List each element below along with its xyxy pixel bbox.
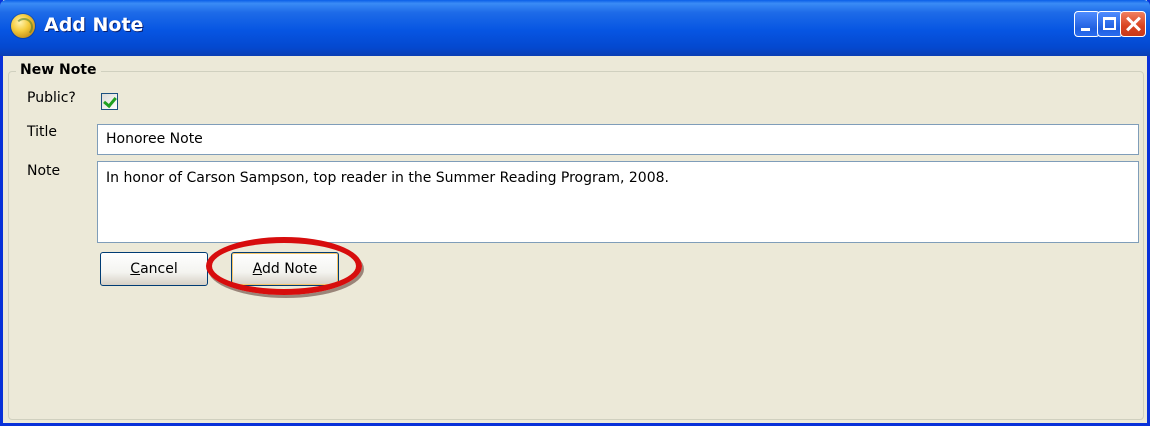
public-label: Public? bbox=[27, 90, 76, 106]
group-title: New Note bbox=[16, 62, 101, 78]
add-note-window: Add Note New Note Public? Title Honoree … bbox=[0, 0, 1150, 426]
cancel-button[interactable]: Cancel bbox=[100, 252, 208, 286]
note-label: Note bbox=[27, 163, 61, 179]
app-globe-icon bbox=[11, 14, 35, 38]
cancel-label: ancel bbox=[140, 261, 178, 277]
note-textarea[interactable]: In honor of Carson Sampson, top reader i… bbox=[97, 161, 1139, 243]
highlight-circle-annotation bbox=[206, 237, 362, 295]
cancel-mnemonic: C bbox=[130, 261, 141, 277]
window-title: Add Note bbox=[44, 14, 144, 36]
title-input[interactable]: Honoree Note bbox=[97, 124, 1139, 155]
public-checkbox[interactable] bbox=[101, 93, 118, 110]
checkmark-icon bbox=[103, 93, 117, 109]
title-bar[interactable]: Add Note bbox=[0, 0, 1150, 56]
close-button[interactable] bbox=[1120, 11, 1146, 37]
title-label: Title bbox=[27, 124, 58, 140]
